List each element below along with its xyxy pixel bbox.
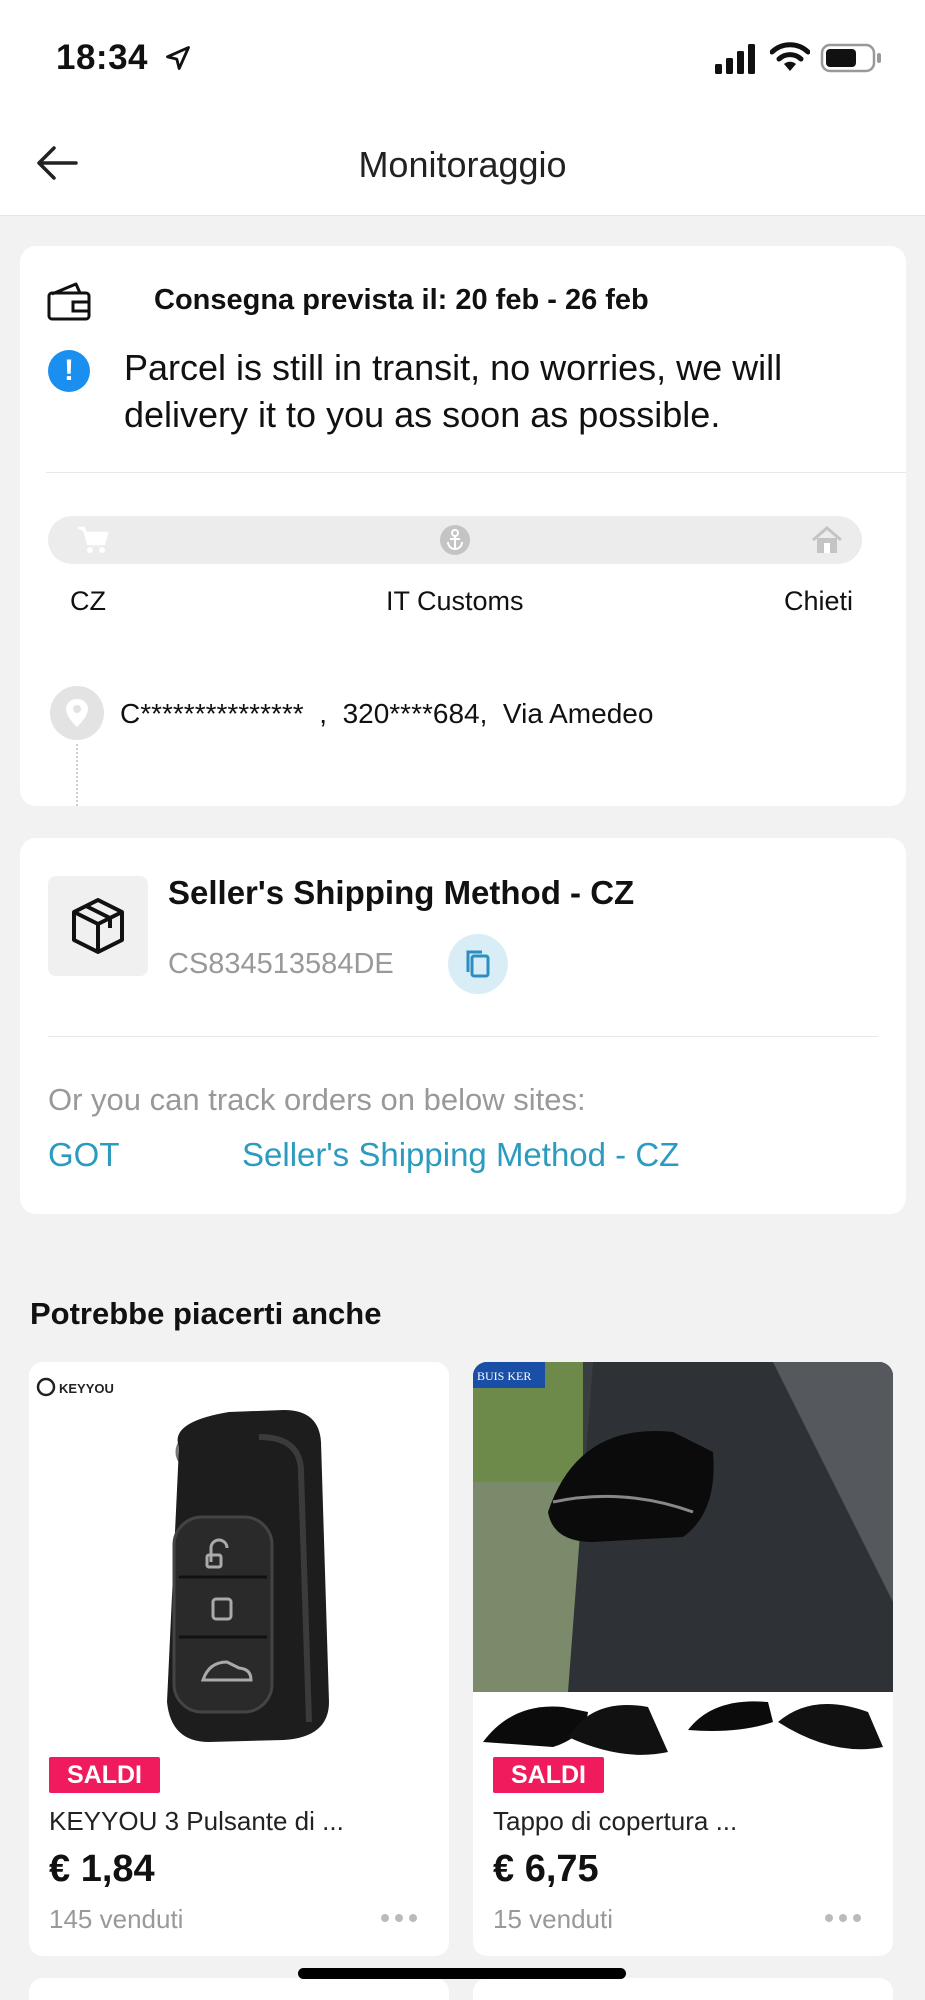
sale-badge: SALDI (493, 1757, 604, 1793)
anchor-icon (440, 525, 470, 555)
copy-button[interactable] (448, 934, 508, 994)
brand-logo-text: KEYYOU (59, 1381, 114, 1396)
location-arrow-icon (166, 46, 190, 70)
divider (46, 472, 906, 473)
product-card-partial (473, 1978, 893, 2000)
recommendations-title: Potrebbe piacerti anche (30, 1296, 382, 1331)
product-image-car-key: KEYYOU (29, 1362, 449, 1762)
product-price: € 6,75 (493, 1848, 599, 1890)
page-title: Monitoraggio (358, 144, 567, 185)
sold-count: 15 venduti (493, 1904, 613, 1934)
status-bar: 18:34 (0, 0, 925, 110)
package-icon (72, 898, 124, 954)
stop-destination: Chieti (784, 586, 854, 616)
sold-count: 145 venduti (49, 1904, 184, 1934)
stop-customs: IT Customs (386, 586, 524, 616)
battery-icon (820, 43, 881, 73)
site-link-got[interactable]: GOT (48, 1136, 120, 1174)
product-name: KEYYOU 3 Pulsante di ... (49, 1806, 344, 1836)
product-card-partial (29, 1978, 449, 2000)
product-image-mirror-cover: BUIS KER (473, 1362, 893, 1762)
stop-origin: CZ (70, 586, 106, 616)
tracking-progress-bar (48, 516, 862, 564)
package-thumb (48, 876, 148, 976)
info-icon: ! (48, 350, 90, 392)
delivery-status-card: Consegna prevista il: 20 feb - 26 feb ! … (20, 246, 906, 806)
product-card[interactable]: BUIS KER SALDI Tappo di copertura ... € … (473, 1362, 893, 1956)
estimated-delivery: Consegna prevista il: 20 feb - 26 feb (154, 284, 649, 316)
other-sites-label: Or you can track orders on below sites: (48, 1082, 586, 1117)
cart-icon (78, 526, 109, 553)
wifi-icon (770, 42, 810, 71)
nav-bar: Monitoraggio (0, 110, 925, 216)
brand-logo-text: BUIS KER (477, 1369, 531, 1383)
shipping-method-name: Seller's Shipping Method - CZ (168, 874, 635, 911)
more-dots-icon[interactable] (379, 1912, 419, 1924)
product-card[interactable]: KEYYOU SALDI KEYYOU 3 Pulsante di ... € … (29, 1362, 449, 1956)
shipping-method-card: Seller's Shipping Method - CZ CS83451358… (20, 838, 906, 1214)
divider (48, 1036, 878, 1037)
product-name: Tappo di copertura ... (493, 1806, 738, 1836)
wallet-icon (47, 282, 91, 321)
sale-badge: SALDI (49, 1757, 160, 1793)
clock: 18:34 (56, 38, 149, 77)
tracking-number: CS834513584DE (168, 948, 394, 980)
transit-message: Parcel is still in transit, no worries, … (124, 347, 783, 435)
copy-icon (466, 950, 490, 978)
delivery-address: C*************** , 320****684, Via Amede… (120, 698, 654, 729)
site-link-seller[interactable]: Seller's Shipping Method - CZ (242, 1136, 679, 1174)
home-indicator[interactable] (298, 1968, 626, 1979)
signal-icon (715, 44, 755, 74)
product-price: € 1,84 (49, 1848, 155, 1890)
more-dots-icon[interactable] (823, 1912, 863, 1924)
location-pin-icon (50, 686, 104, 740)
home-icon (812, 526, 842, 553)
route-line (76, 744, 78, 806)
